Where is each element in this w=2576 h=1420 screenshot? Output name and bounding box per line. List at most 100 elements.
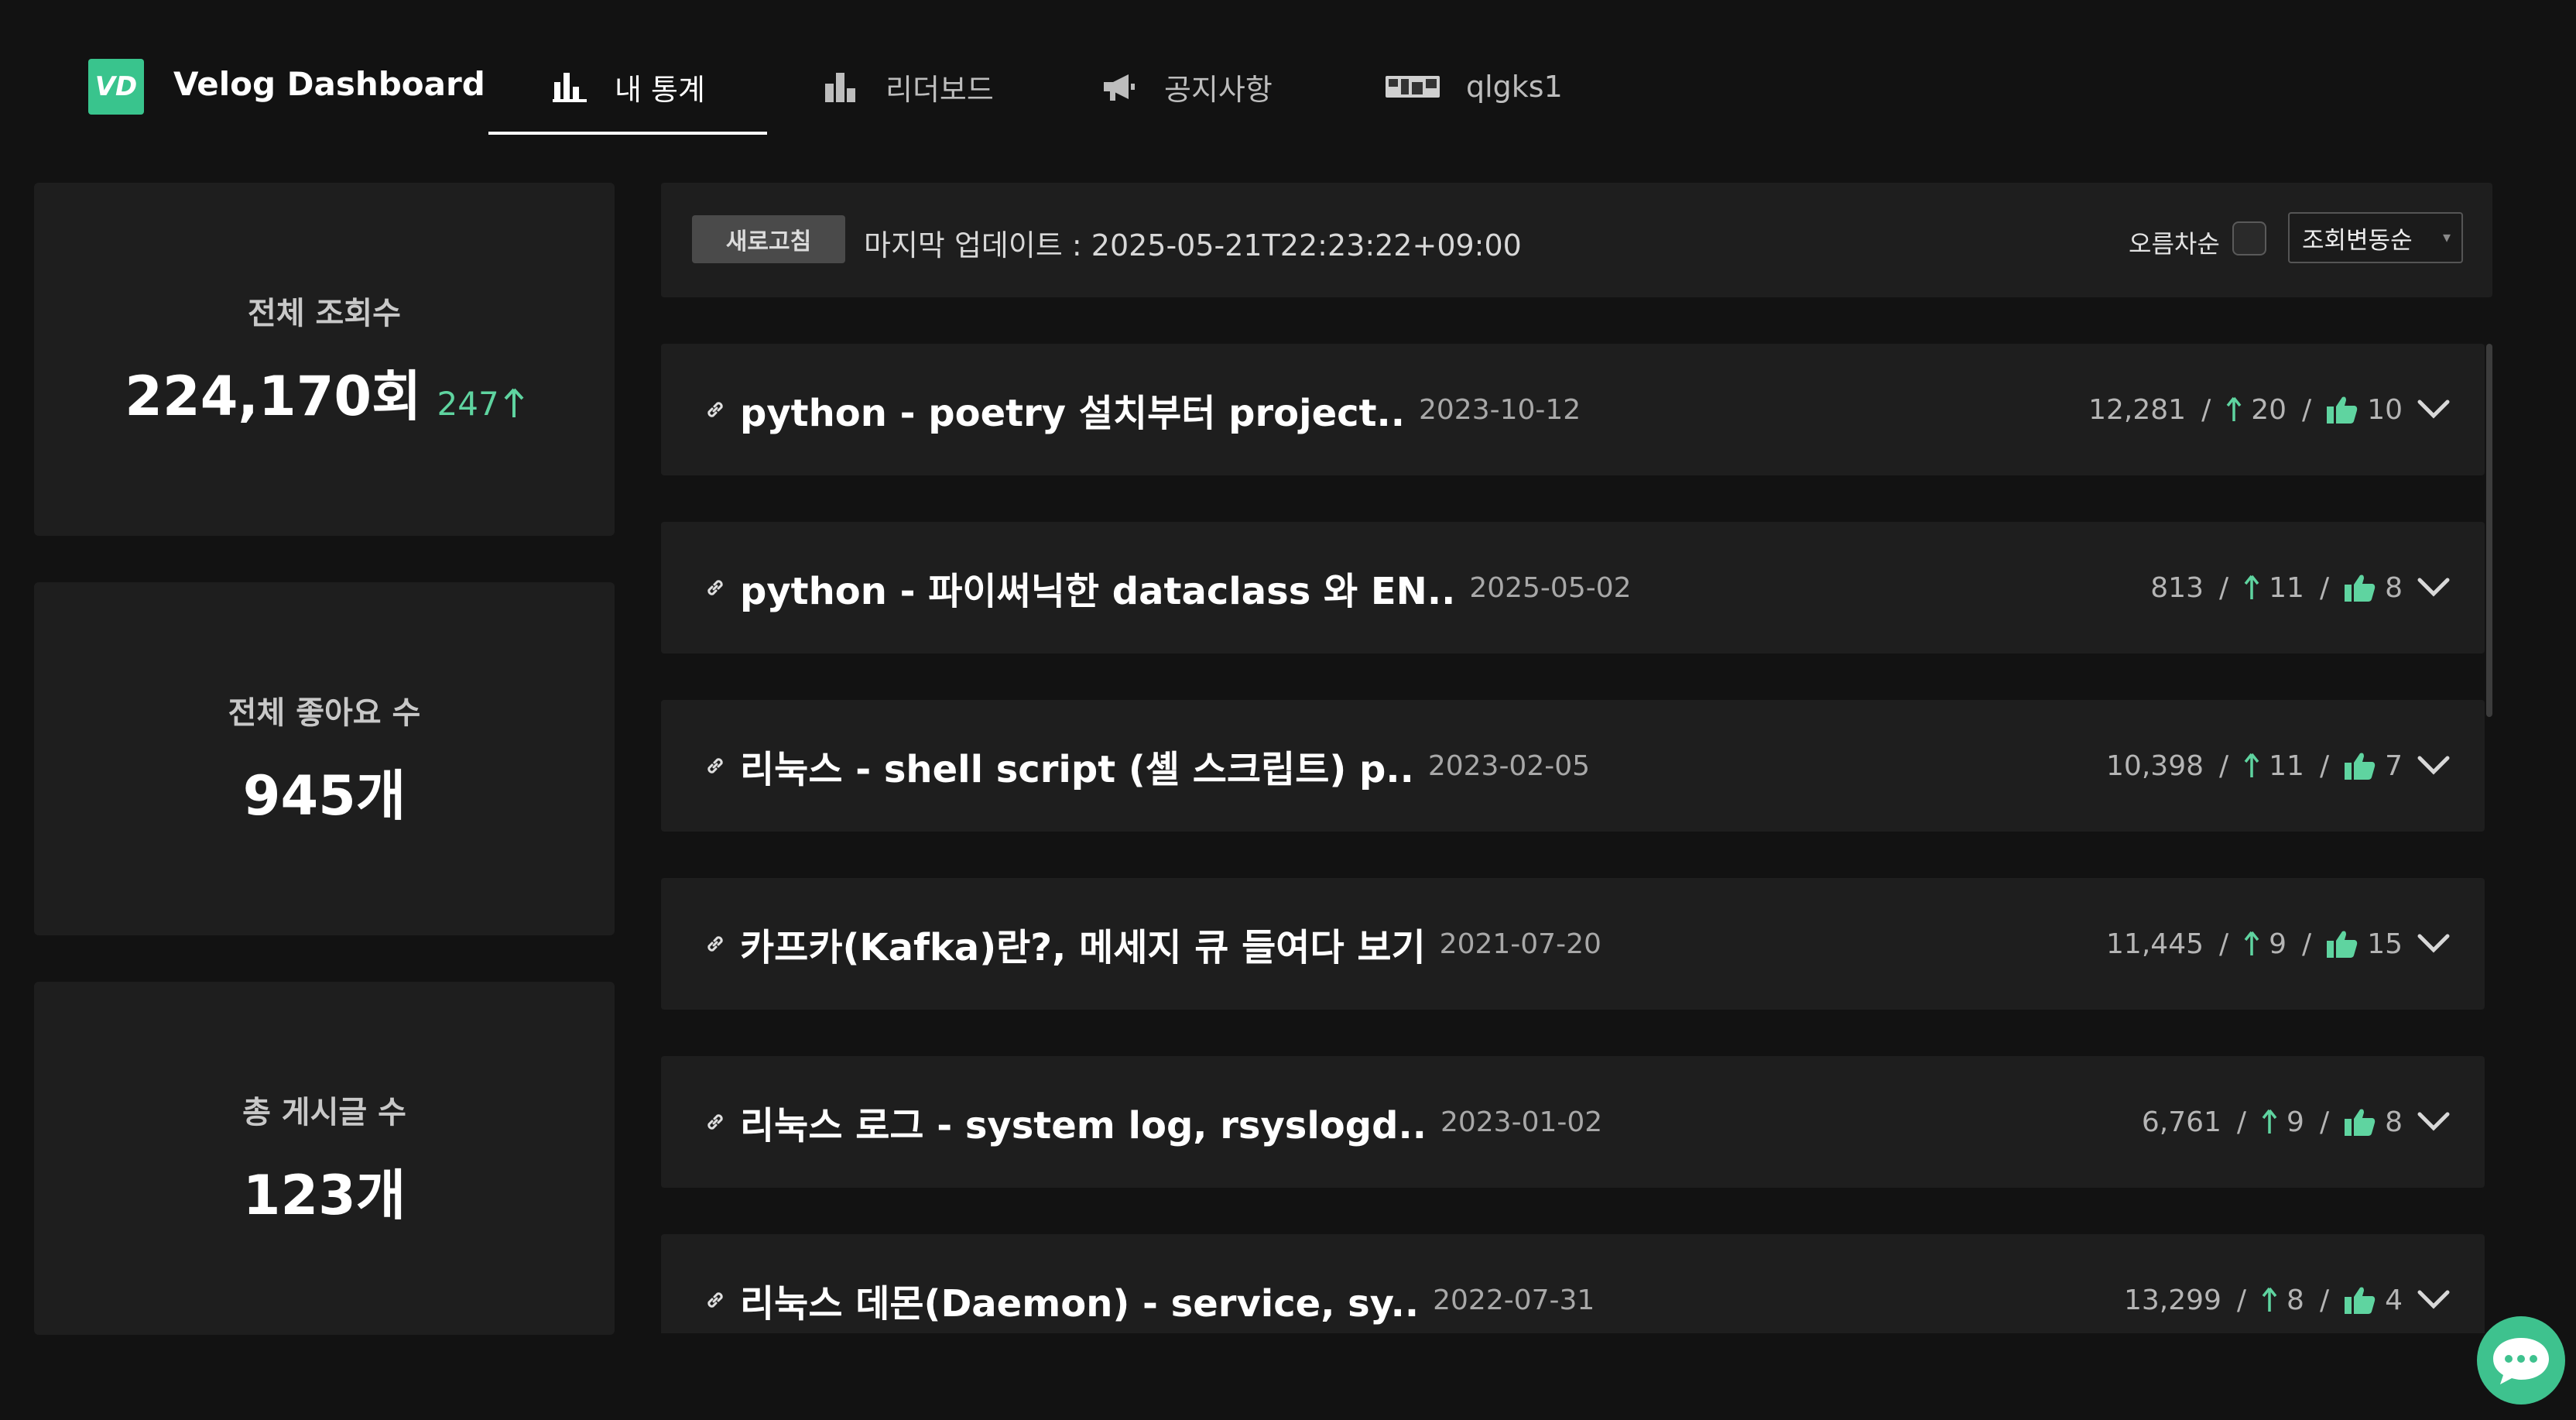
post-views: 6,761: [2141, 1106, 2221, 1138]
post-title[interactable]: 리눅스 로그 - system log, rsyslogd..: [740, 1095, 1427, 1149]
post-view-delta: 9: [2287, 1106, 2304, 1138]
separator: /: [2219, 571, 2229, 604]
link-icon[interactable]: [704, 1110, 728, 1134]
separator: /: [2219, 928, 2229, 960]
post-likes: 10: [2367, 393, 2403, 426]
post-likes: 8: [2385, 571, 2403, 604]
total-posts-card: 총 게시글 수 123개: [34, 982, 615, 1335]
nav-label: qlgks1: [1466, 70, 1563, 104]
separator: /: [2302, 393, 2312, 426]
post-views: 12,281: [2088, 393, 2187, 426]
chat-bubble-icon: [2493, 1338, 2549, 1384]
separator: /: [2201, 393, 2211, 426]
post-info: 카프카(Kafka)란?, 메세지 큐 들여다 보기 2021-07-20: [704, 878, 1601, 1010]
post-title[interactable]: 리눅스 데몬(Daemon) - service, sy..: [740, 1273, 1419, 1327]
nav-notice[interactable]: 공지사항: [1101, 65, 1273, 108]
post-date: 2023-02-05: [1427, 749, 1591, 782]
separator: /: [2236, 1284, 2247, 1316]
chevron-down-icon[interactable]: [2417, 755, 2451, 777]
post-title[interactable]: 카프카(Kafka)란?, 메세지 큐 들여다 보기: [740, 917, 1426, 971]
separator: /: [2219, 749, 2229, 782]
post-view-delta: 8: [2287, 1284, 2304, 1316]
chevron-down-icon[interactable]: [2417, 577, 2451, 599]
link-icon[interactable]: [704, 754, 728, 777]
post-view-delta: 11: [2269, 749, 2304, 782]
post-info: python - poetry 설치부터 project.. 2023-10-1…: [704, 344, 1581, 475]
post-likes: 8: [2385, 1106, 2403, 1138]
post-date: 2025-05-02: [1469, 571, 1632, 604]
post-item[interactable]: python - 파이써닉한 dataclass 와 EN.. 2025-05-…: [661, 522, 2485, 653]
post-metrics: 10,398 / 11 / 7: [2106, 700, 2451, 832]
post-item[interactable]: 리눅스 로그 - system log, rsyslogd.. 2023-01-…: [661, 1056, 2485, 1188]
post-metrics: 11,445 / 9 / 15: [2106, 878, 2451, 1010]
link-icon[interactable]: [704, 576, 728, 599]
stat-value-row: 945개: [243, 753, 406, 831]
refresh-button[interactable]: 새로고침: [692, 215, 845, 263]
post-view-delta: 20: [2251, 393, 2287, 426]
nav-my-stats[interactable]: 내 통계: [551, 65, 705, 108]
post-info: 리눅스 - shell script (셸 스크립트) p.. 2023-02-…: [704, 700, 1590, 832]
up-arrow-icon: [2244, 931, 2259, 957]
link-icon[interactable]: [704, 932, 728, 955]
chevron-down-icon[interactable]: [2417, 933, 2451, 955]
post-likes: 15: [2367, 928, 2403, 960]
post-likes: 4: [2385, 1284, 2403, 1316]
nav-leaderboard[interactable]: 리더보드: [822, 65, 994, 108]
top-navigation: VD Velog Dashboard 내 통계 리더보드 공지사항 qlgks1: [0, 0, 2576, 136]
stat-label: 총 게시글 수: [242, 1094, 406, 1130]
logo[interactable]: VD: [88, 59, 144, 115]
chat-button[interactable]: [2477, 1316, 2565, 1405]
nav-profile[interactable]: qlgks1: [1386, 65, 1563, 108]
ascending-label: 오름차순: [2129, 229, 2220, 259]
stat-value: 224,170회: [125, 364, 422, 428]
chevron-down-icon[interactable]: [2417, 1289, 2451, 1311]
chevron-down-icon[interactable]: [2417, 1111, 2451, 1133]
ascending-checkbox[interactable]: [2232, 221, 2266, 256]
post-title[interactable]: python - 파이써닉한 dataclass 와 EN..: [740, 561, 1455, 615]
stat-label: 전체 조회수: [248, 295, 401, 331]
brand-name[interactable]: Velog Dashboard: [173, 65, 485, 103]
sort-selected-value: 조회변동순: [2302, 226, 2413, 255]
post-metrics: 13,299 / 8 / 4: [2124, 1234, 2451, 1333]
separator: /: [2319, 1106, 2330, 1138]
profile-banner-icon: [1386, 68, 1440, 105]
chevron-down-icon[interactable]: [2417, 399, 2451, 420]
post-item[interactable]: 리눅스 데몬(Daemon) - service, sy.. 2022-07-3…: [661, 1234, 2485, 1333]
post-title[interactable]: 리눅스 - shell script (셸 스크립트) p..: [740, 739, 1414, 793]
post-title[interactable]: python - poetry 설치부터 project..: [740, 382, 1405, 437]
post-views: 13,299: [2123, 1284, 2221, 1316]
post-view-delta: 11: [2269, 571, 2304, 604]
thumbs-up-icon: [2327, 930, 2358, 958]
up-arrow-icon: [2244, 575, 2259, 601]
link-icon[interactable]: [704, 1288, 728, 1312]
post-item[interactable]: python - poetry 설치부터 project.. 2023-10-1…: [661, 344, 2485, 475]
total-views-card: 전체 조회수 224,170회 247: [34, 183, 615, 536]
post-item[interactable]: 리눅스 - shell script (셸 스크립트) p.. 2023-02-…: [661, 700, 2485, 832]
nav-label: 리더보드: [886, 72, 994, 107]
separator: /: [2319, 571, 2330, 604]
post-item[interactable]: 카프카(Kafka)란?, 메세지 큐 들여다 보기 2021-07-20 11…: [661, 878, 2485, 1010]
thumbs-up-icon: [2345, 1286, 2376, 1314]
thumbs-up-icon: [2345, 574, 2376, 602]
dropdown-arrow-icon: ▾: [2442, 228, 2451, 246]
stat-delta: 247: [437, 385, 524, 423]
sort-select[interactable]: 조회변동순 ▾: [2288, 212, 2463, 263]
list-scrollbar[interactable]: [2486, 344, 2492, 717]
post-metrics: 813 / 11 / 8: [2150, 522, 2451, 653]
thumbs-up-icon: [2345, 1108, 2376, 1136]
bar-chart-icon: [551, 68, 588, 105]
stat-value: 945개: [242, 763, 406, 828]
delta-value: 247: [437, 384, 499, 423]
thumbs-up-icon: [2327, 396, 2358, 424]
stat-value: 123개: [242, 1163, 406, 1227]
nav-label: 공지사항: [1164, 72, 1273, 107]
stat-value-row: 123개: [243, 1152, 406, 1230]
separator: /: [2236, 1106, 2247, 1138]
up-arrow-icon: [504, 388, 524, 417]
up-arrow-icon: [2262, 1287, 2277, 1313]
megaphone-icon: [1101, 68, 1138, 105]
stat-value-row: 224,170회 247: [125, 353, 524, 431]
post-info: 리눅스 로그 - system log, rsyslogd.. 2023-01-…: [704, 1056, 1602, 1188]
up-arrow-icon: [2262, 1109, 2277, 1135]
link-icon[interactable]: [704, 398, 728, 421]
